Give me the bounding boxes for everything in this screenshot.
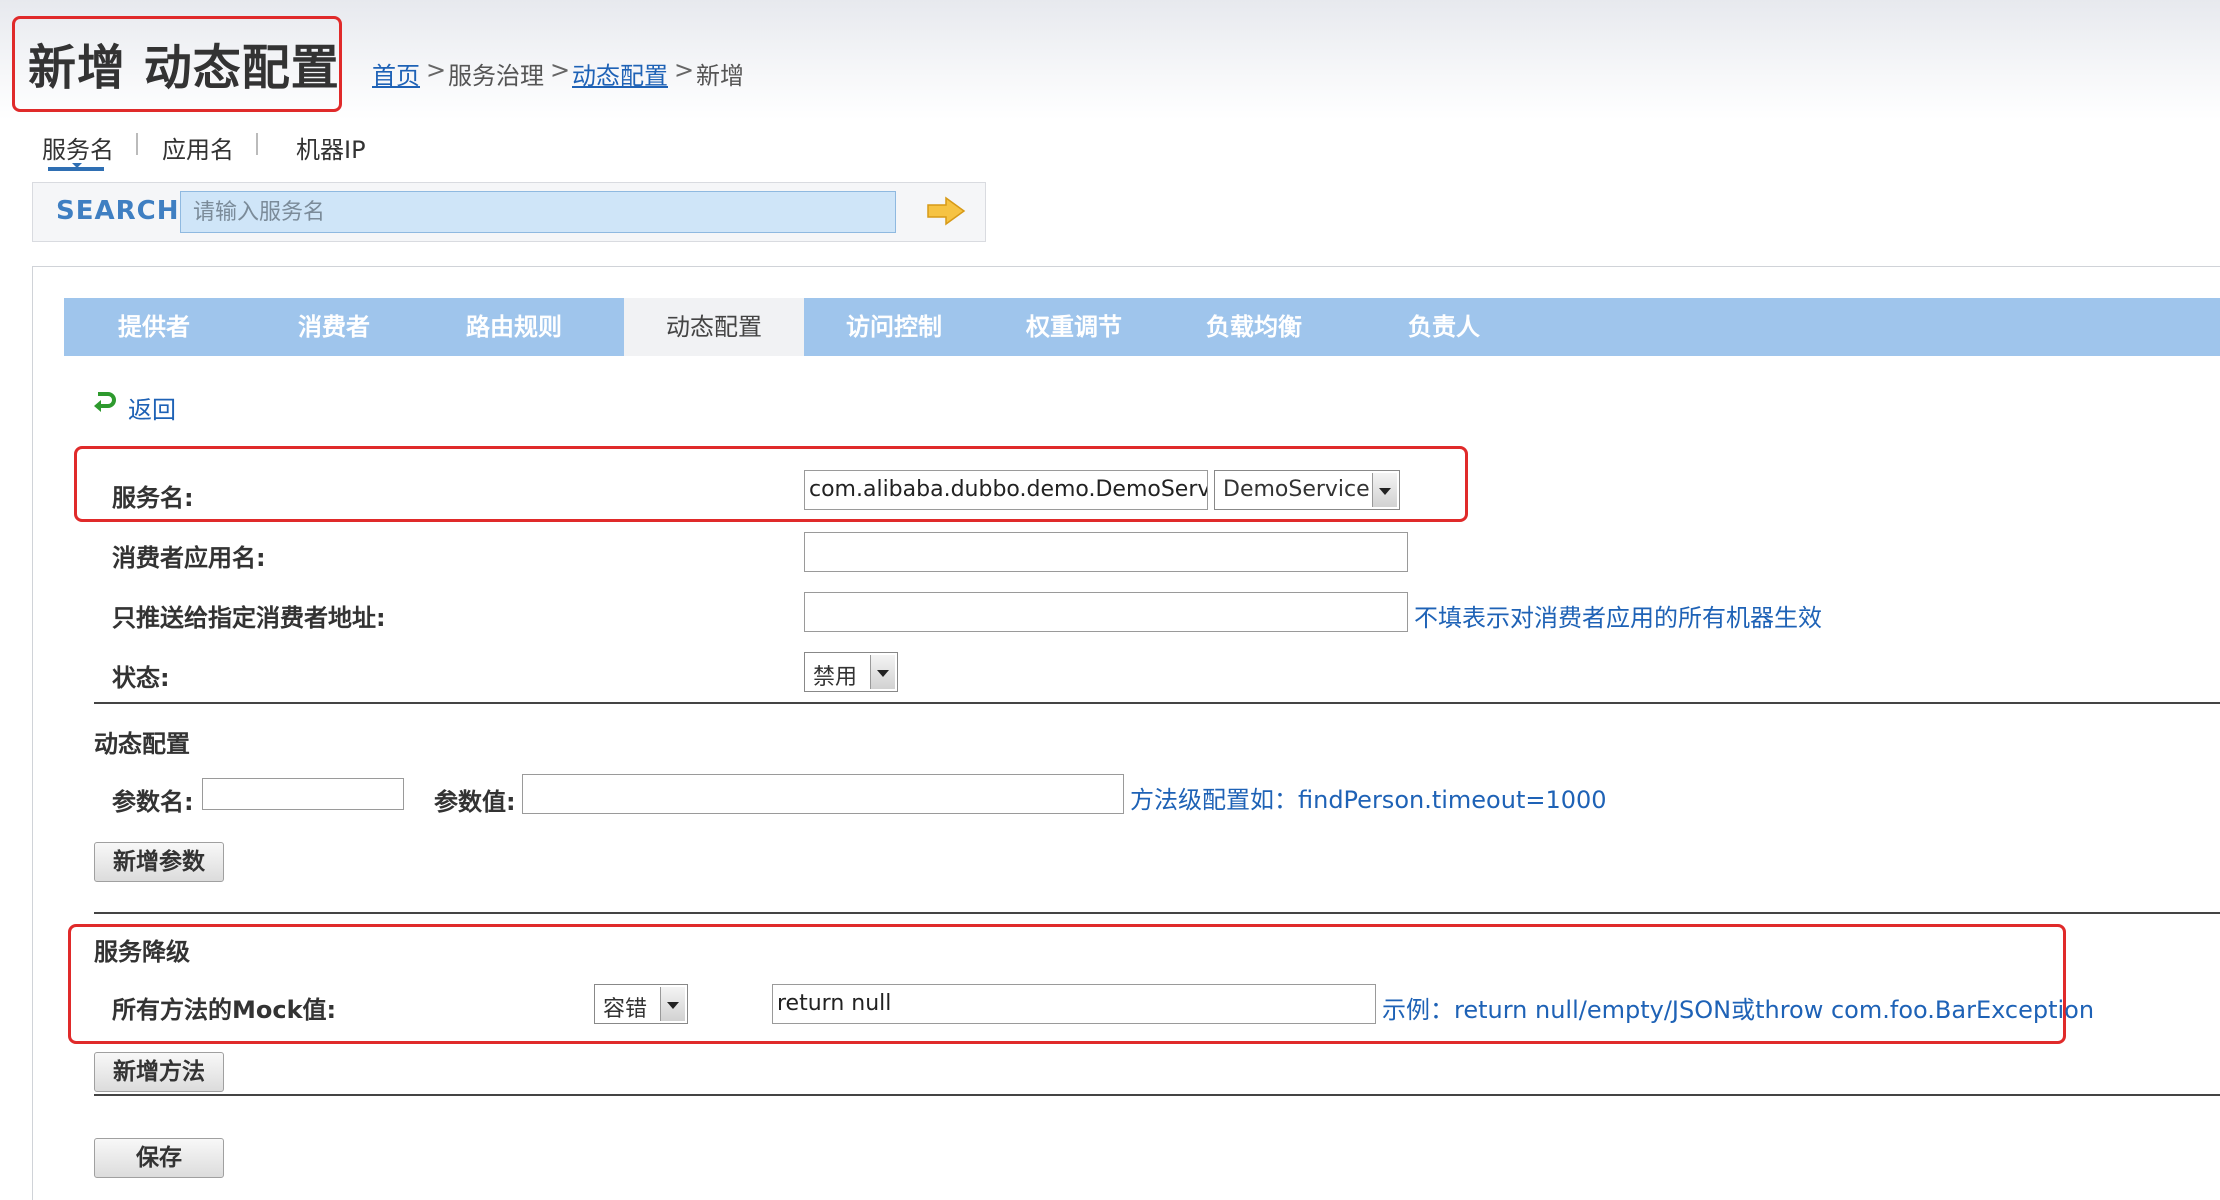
tab-access-control[interactable]: 访问控制	[804, 298, 984, 356]
back-arrow-icon[interactable]	[92, 390, 116, 414]
tab-owners[interactable]: 负责人	[1344, 298, 1544, 356]
param-hint: 方法级配置如：findPerson.timeout=1000	[1130, 786, 1607, 814]
tab-divider	[256, 133, 258, 155]
consumer-app-field[interactable]	[804, 532, 1408, 572]
search-label: SEARCH	[56, 196, 180, 226]
back-link[interactable]: 返回	[128, 390, 176, 425]
dynamic-config-section-title: 动态配置	[94, 730, 190, 758]
search-tab-service[interactable]: 服务名	[42, 130, 114, 165]
breadcrumb-dynamic-config[interactable]: 动态配置	[572, 56, 668, 91]
tab-divider	[136, 133, 138, 155]
section-divider	[94, 912, 2220, 914]
param-name-field[interactable]	[202, 778, 404, 810]
save-button[interactable]: 保存	[94, 1138, 224, 1178]
section-divider	[94, 1094, 2220, 1096]
service-name-label: 服务名:	[112, 484, 194, 512]
service-select[interactable]: DemoService	[1214, 470, 1400, 510]
status-select-value: 禁用	[813, 665, 858, 690]
tab-dynamic-config[interactable]: 动态配置	[624, 298, 804, 356]
active-tab-caret	[72, 163, 82, 168]
param-value-field[interactable]	[522, 774, 1124, 814]
status-select[interactable]: 禁用	[804, 652, 898, 692]
consumer-address-hint: 不填表示对消费者应用的所有机器生效	[1414, 604, 1822, 632]
chevron-down-icon	[870, 655, 895, 689]
title-highlight-box	[12, 16, 342, 112]
search-input[interactable]	[180, 191, 896, 233]
search-tab-ip[interactable]: 机器IP	[296, 130, 366, 165]
breadcrumb-separator: >	[426, 56, 447, 84]
add-param-button[interactable]: 新增参数	[94, 842, 224, 882]
breadcrumb-service-governance: 服务治理	[448, 62, 544, 90]
service-select-value: DemoService	[1223, 477, 1370, 502]
tab-routes[interactable]: 路由规则	[424, 298, 604, 356]
chevron-down-icon	[660, 987, 685, 1021]
section-divider	[94, 702, 2220, 704]
status-label: 状态:	[112, 664, 170, 692]
param-value-label: 参数值:	[434, 788, 516, 816]
chevron-down-icon	[1372, 473, 1397, 507]
add-method-button[interactable]: 新增方法	[94, 1052, 224, 1092]
consumer-address-label: 只推送给指定消费者地址:	[112, 604, 386, 632]
degrade-section-title: 服务降级	[94, 938, 190, 966]
mock-value-label: 所有方法的Mock值:	[112, 996, 337, 1024]
mock-type-select[interactable]: 容错	[594, 984, 688, 1024]
breadcrumb-home[interactable]: 首页	[372, 56, 420, 91]
breadcrumb-current: 新增	[696, 62, 744, 90]
param-name-label: 参数名:	[112, 788, 194, 816]
consumer-app-label: 消费者应用名:	[112, 544, 266, 572]
main-panel	[32, 266, 2220, 1200]
nav-tabs-bar: 提供者 消费者 路由规则 动态配置 访问控制 权重调节 负载均衡 负责人	[64, 298, 2220, 356]
mock-hint: 示例：return null/empty/JSON或throw com.foo.…	[1382, 996, 2095, 1024]
tab-load-balance[interactable]: 负载均衡	[1164, 298, 1344, 356]
breadcrumb-separator: >	[550, 56, 571, 84]
service-name-field[interactable]: com.alibaba.dubbo.demo.DemoService	[804, 470, 1208, 510]
tab-consumers[interactable]: 消费者	[244, 298, 424, 356]
mock-type-select-value: 容错	[603, 997, 648, 1022]
tab-providers[interactable]: 提供者	[64, 298, 244, 356]
breadcrumb-separator: >	[674, 56, 695, 84]
tab-weights[interactable]: 权重调节	[984, 298, 1164, 356]
consumer-address-field[interactable]	[804, 592, 1408, 632]
search-go-arrow-icon[interactable]	[926, 196, 966, 226]
mock-value-field[interactable]: return null	[772, 984, 1376, 1024]
search-tab-application[interactable]: 应用名	[162, 130, 234, 165]
